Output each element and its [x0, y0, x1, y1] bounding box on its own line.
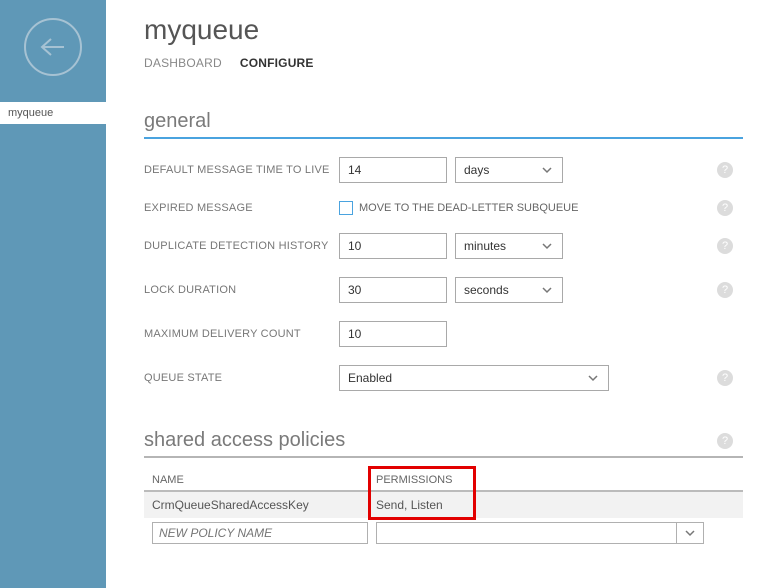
- label-expired: EXPIRED MESSAGE: [144, 202, 339, 214]
- tab-bar: DASHBOARD CONFIGURE: [144, 56, 743, 70]
- input-new-policy-name[interactable]: [152, 522, 368, 544]
- row-dup: DUPLICATE DETECTION HISTORY minutes ?: [144, 233, 743, 259]
- help-icon[interactable]: ?: [717, 282, 733, 298]
- row-expired: EXPIRED MESSAGE MOVE TO THE DEAD-LETTER …: [144, 201, 743, 215]
- chevron-down-icon: [586, 371, 600, 385]
- tab-configure[interactable]: CONFIGURE: [240, 56, 314, 70]
- chevron-down-icon: [683, 526, 697, 540]
- section-title-general: general: [144, 110, 743, 133]
- divider: [676, 523, 677, 543]
- label-lock: LOCK DURATION: [144, 284, 339, 296]
- section-divider: [144, 137, 743, 139]
- input-dup[interactable]: [339, 233, 447, 259]
- section-title-sap: shared access policies: [144, 429, 743, 452]
- input-lock[interactable]: [339, 277, 447, 303]
- sap-new-row: [144, 518, 743, 544]
- sap-header-name: NAME: [152, 474, 376, 486]
- input-ttl[interactable]: [339, 157, 447, 183]
- help-icon[interactable]: ?: [717, 162, 733, 178]
- label-dup: DUPLICATE DETECTION HISTORY: [144, 240, 339, 252]
- sap-header-row: NAME PERMISSIONS: [144, 468, 743, 492]
- chevron-down-icon: [540, 283, 554, 297]
- select-new-policy-perm[interactable]: [376, 522, 704, 544]
- page-title: myqueue: [144, 14, 743, 46]
- row-state: QUEUE STATE Enabled ?: [144, 365, 743, 391]
- select-state[interactable]: Enabled: [339, 365, 609, 391]
- help-icon[interactable]: ?: [717, 200, 733, 216]
- sap-header-perm: PERMISSIONS: [376, 474, 496, 486]
- select-ttl-value: days: [464, 163, 489, 177]
- select-lock-value: seconds: [464, 283, 509, 297]
- select-dup-value: minutes: [464, 239, 506, 253]
- help-icon[interactable]: ?: [717, 370, 733, 386]
- help-icon[interactable]: ?: [717, 433, 733, 449]
- select-lock-unit[interactable]: seconds: [455, 277, 563, 303]
- sap-table: NAME PERMISSIONS CrmQueueSharedAccessKey…: [144, 468, 743, 544]
- select-state-value: Enabled: [348, 371, 392, 385]
- section-head-sap: shared access policies ?: [144, 429, 743, 452]
- help-icon[interactable]: ?: [717, 238, 733, 254]
- label-ttl: DEFAULT MESSAGE TIME TO LIVE: [144, 164, 339, 176]
- row-ttl: DEFAULT MESSAGE TIME TO LIVE days ?: [144, 157, 743, 183]
- sidebar-item-myqueue[interactable]: myqueue: [0, 102, 106, 124]
- main-content: myqueue DASHBOARD CONFIGURE general DEFA…: [106, 0, 763, 588]
- arrow-left-icon: [38, 35, 68, 59]
- sap-cell-name: CrmQueueSharedAccessKey: [152, 498, 376, 512]
- chevron-down-icon: [540, 239, 554, 253]
- label-state: QUEUE STATE: [144, 372, 339, 384]
- back-button[interactable]: [24, 18, 82, 76]
- chevron-down-icon: [540, 163, 554, 177]
- row-lock: LOCK DURATION seconds ?: [144, 277, 743, 303]
- checkbox-label-deadletter: MOVE TO THE DEAD-LETTER SUBQUEUE: [359, 202, 578, 214]
- select-ttl-unit[interactable]: days: [455, 157, 563, 183]
- label-maxdel: MAXIMUM DELIVERY COUNT: [144, 328, 339, 340]
- checkbox-deadletter[interactable]: [339, 201, 353, 215]
- sap-cell-perm: Send, Listen: [376, 498, 496, 512]
- select-dup-unit[interactable]: minutes: [455, 233, 563, 259]
- row-maxdel: MAXIMUM DELIVERY COUNT: [144, 321, 743, 347]
- checkbox-wrap-deadletter: MOVE TO THE DEAD-LETTER SUBQUEUE: [339, 201, 578, 215]
- left-sidebar: myqueue: [0, 0, 106, 588]
- input-maxdel[interactable]: [339, 321, 447, 347]
- sap-row[interactable]: CrmQueueSharedAccessKey Send, Listen: [144, 492, 743, 518]
- tab-dashboard[interactable]: DASHBOARD: [144, 56, 222, 70]
- section-divider-gray: [144, 456, 743, 458]
